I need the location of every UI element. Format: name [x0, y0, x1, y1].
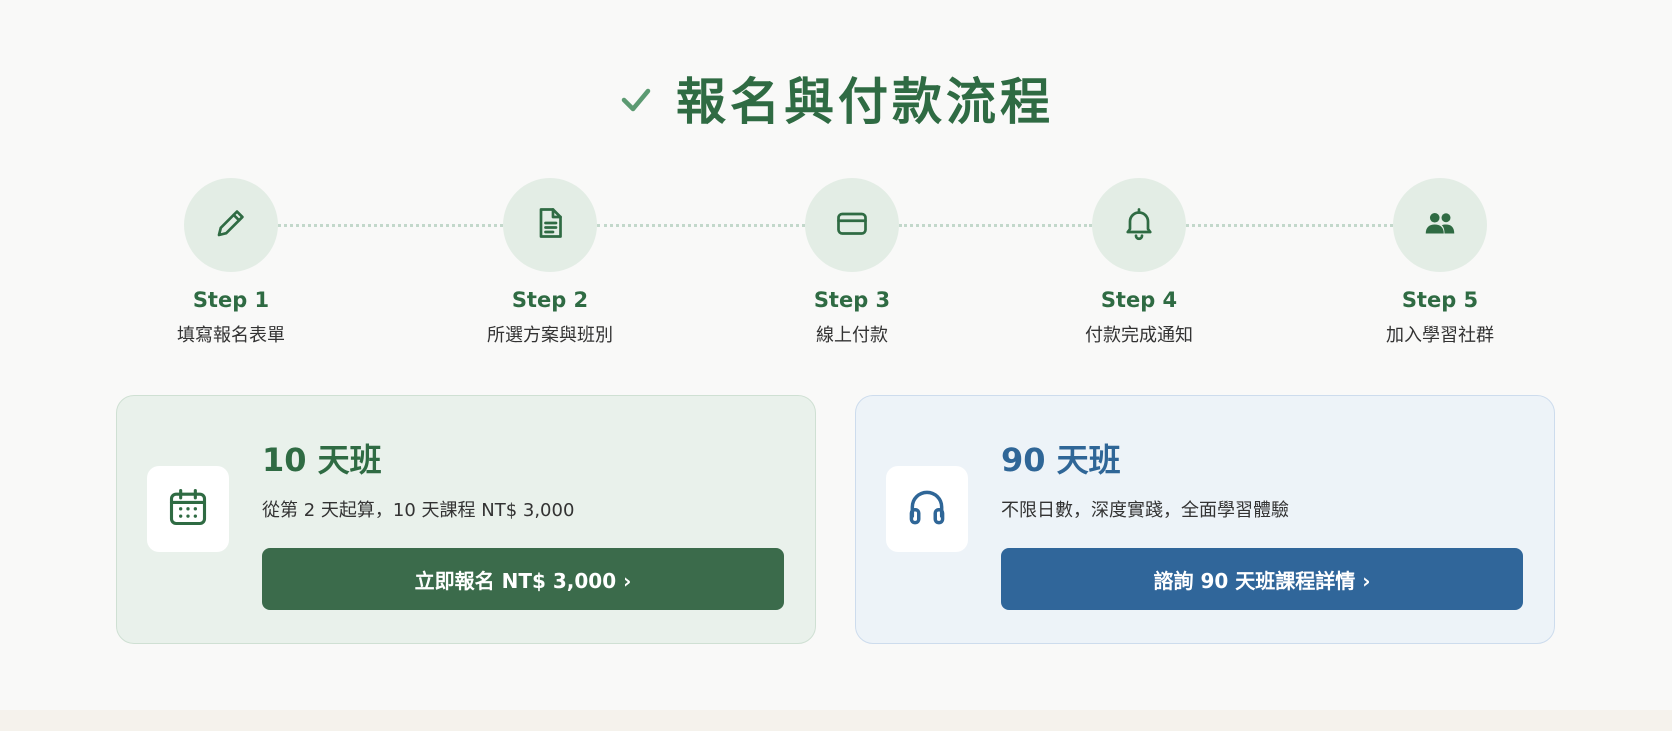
calendar-icon [166, 485, 210, 533]
step-description: 加入學習社群 [1386, 325, 1494, 346]
bell-icon [1121, 205, 1157, 245]
check-icon [618, 82, 654, 122]
credit-card-icon [834, 205, 870, 245]
card-icon-box [147, 466, 229, 552]
step-label: Step 2 [511, 288, 589, 312]
step-circle [805, 178, 899, 272]
step-circle [184, 178, 278, 272]
step-description: 所選方案與班別 [487, 325, 613, 346]
card-icon-box [886, 466, 968, 552]
users-icon [1422, 205, 1458, 245]
step-label: Step 5 [1401, 288, 1479, 312]
step-3: Step 3 線上付款 [742, 178, 962, 347]
step-5: Step 5 加入學習社群 [1330, 178, 1550, 347]
plan-title: 90 天班 [1001, 441, 1121, 479]
plan-title: 10 天班 [262, 441, 382, 479]
step-label: Step 4 [1100, 288, 1178, 312]
step-4: Step 4 付款完成通知 [1029, 178, 1249, 347]
plan-card-90-day: 90 天班 不限日數，深度實踐，全面學習體驗 諮詢 90 天班課程詳情 › [855, 395, 1555, 644]
step-label: Step 1 [192, 288, 270, 312]
step-circle [1092, 178, 1186, 272]
page-title: 報名與付款流程 [676, 73, 1054, 131]
plan-description: 不限日數，深度實踐，全面學習體驗 [1001, 500, 1289, 521]
register-button[interactable]: 立即報名 NT$ 3,000 › [262, 548, 784, 610]
step-circle [1393, 178, 1487, 272]
step-description: 付款完成通知 [1085, 325, 1193, 346]
pencil-icon [213, 205, 249, 245]
consult-button[interactable]: 諮詢 90 天班課程詳情 › [1001, 548, 1523, 610]
plan-description: 從第 2 天起算，10 天課程 NT$ 3,000 [262, 500, 575, 521]
plan-card-10-day: 10 天班 從第 2 天起算，10 天課程 NT$ 3,000 立即報名 NT$… [116, 395, 816, 644]
footer-band [0, 710, 1672, 731]
headphones-icon [905, 485, 949, 533]
document-icon [532, 205, 568, 245]
step-1: Step 1 填寫報名表單 [121, 178, 341, 347]
step-description: 線上付款 [816, 325, 888, 346]
step-label: Step 3 [813, 288, 891, 312]
section-header: 報名與付款流程 [0, 70, 1672, 134]
step-description: 填寫報名表單 [177, 325, 285, 346]
step-2: Step 2 所選方案與班別 [440, 178, 660, 347]
step-circle [503, 178, 597, 272]
